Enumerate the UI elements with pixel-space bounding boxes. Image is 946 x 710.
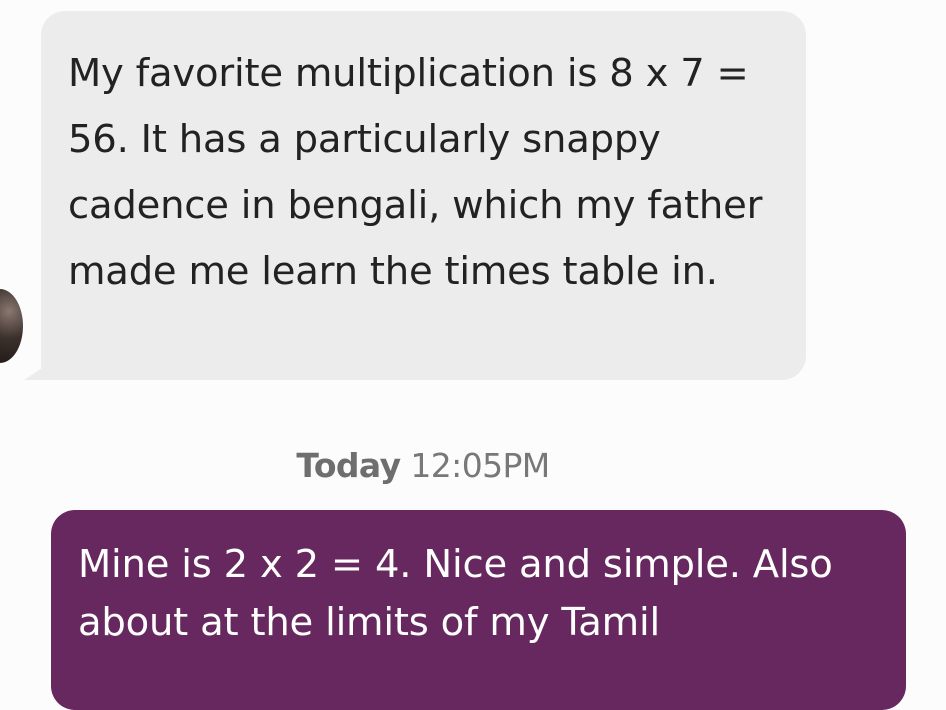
message-timestamp: Today 12:05PM [0,446,846,485]
incoming-message-bubble[interactable]: My favorite multiplication is 8 x 7 = 56… [41,11,806,380]
incoming-message-text: My favorite multiplication is 8 x 7 = 56… [68,51,763,294]
timestamp-day: Today [296,446,401,485]
timestamp-time: 12:05PM [410,446,550,485]
outgoing-message-bubble[interactable]: Mine is 2 x 2 = 4. Nice and simple. Also… [51,510,906,710]
outgoing-message-text: Mine is 2 x 2 = 4. Nice and simple. Also… [78,542,833,645]
contact-avatar[interactable] [0,282,30,370]
